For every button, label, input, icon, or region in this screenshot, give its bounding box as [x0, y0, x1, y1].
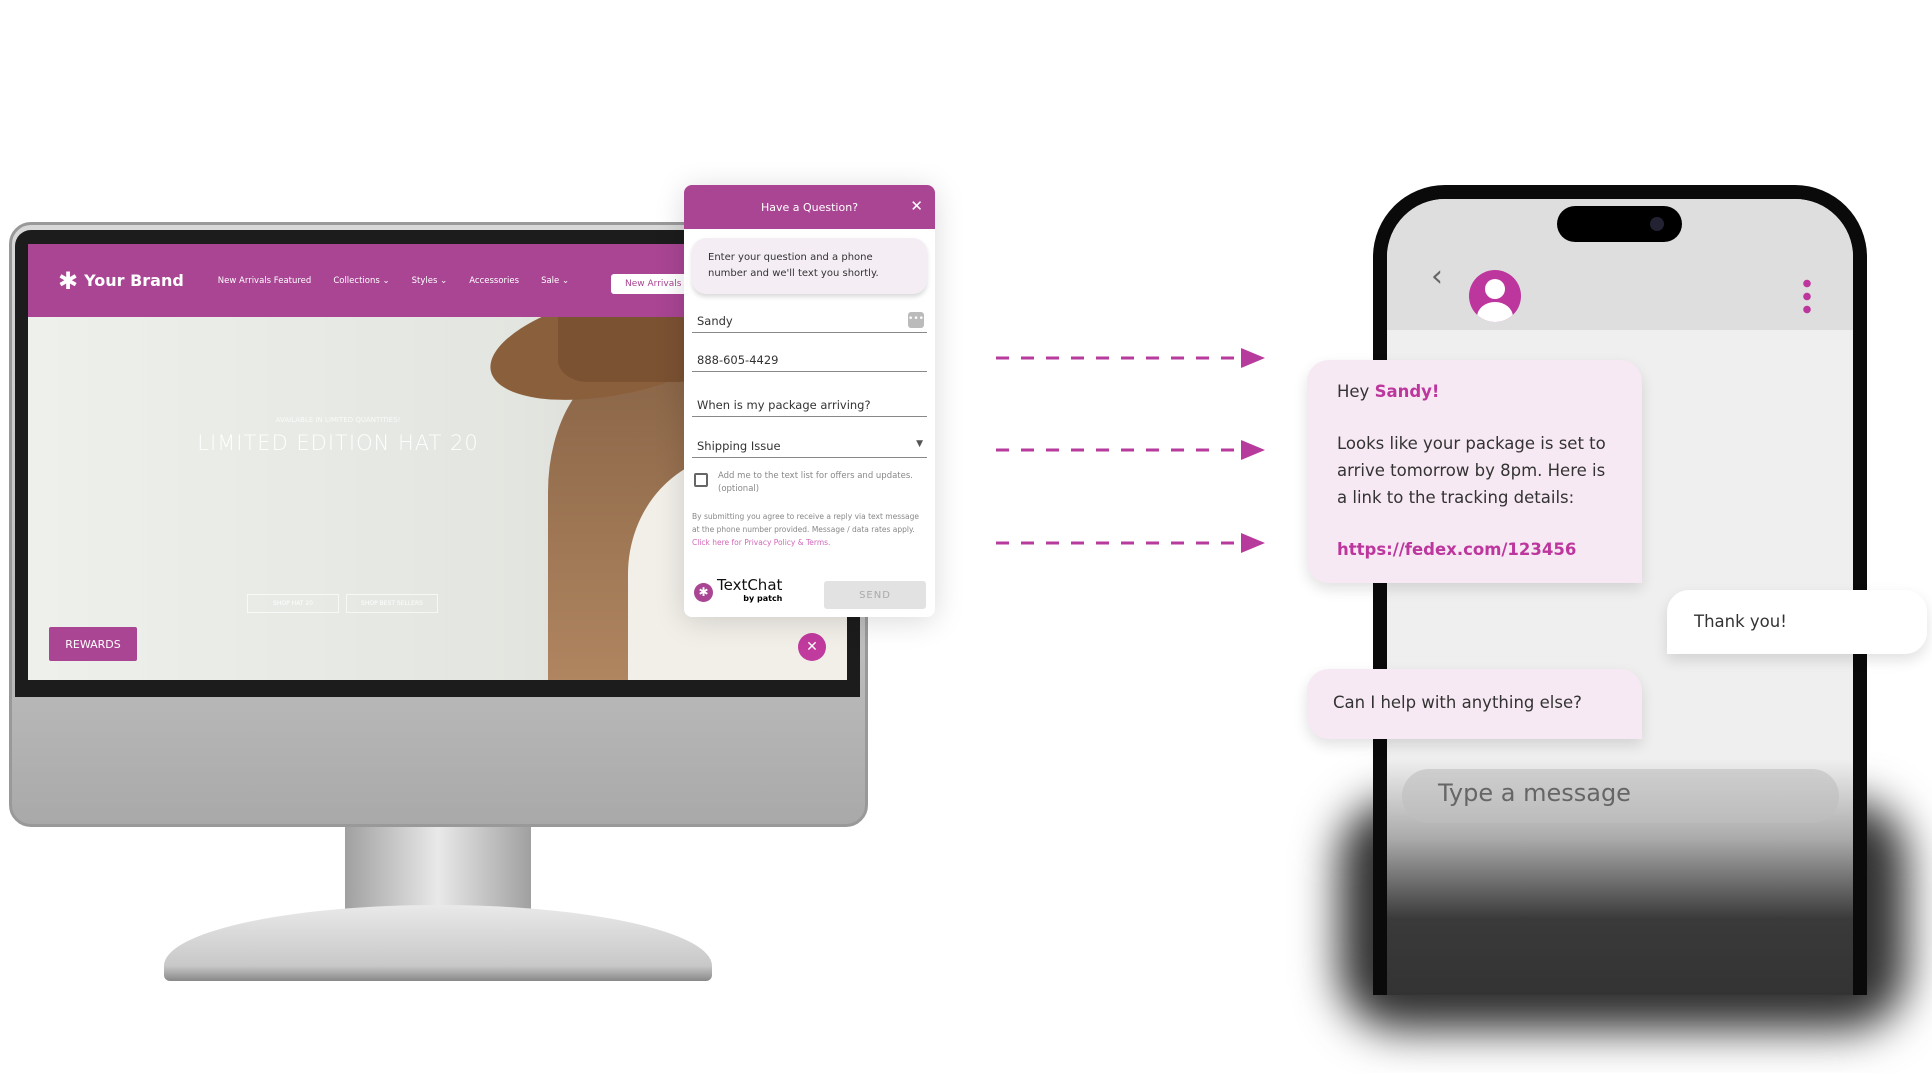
chevron-down-icon: ⌄: [382, 275, 390, 286]
nav-new-arrivals-featured[interactable]: New Arrivals Featured: [218, 276, 312, 286]
rewards-button[interactable]: REWARDS: [49, 627, 137, 661]
monitor-stand-base: [164, 905, 712, 981]
caret-down-icon: ▼: [916, 439, 923, 449]
message-input[interactable]: Type a message: [1402, 769, 1839, 823]
monitor-stand-neck: [345, 827, 531, 917]
arrow-right-icon: [996, 533, 1265, 553]
arrow-right-icon: [996, 348, 1265, 368]
optin-row: Add me to the text list for offers and u…: [694, 470, 925, 496]
outgoing-message: Thank you!: [1667, 590, 1927, 654]
camera-icon: [1650, 217, 1664, 231]
textchat-logo: ✱ TextChat by patch: [694, 578, 782, 605]
nav-collections[interactable]: Collections ⌄: [333, 276, 389, 286]
incoming-message: Can I help with anything else?: [1307, 669, 1642, 739]
chat-header: Have a Question? ✕: [684, 185, 935, 229]
arrow-right-icon: [996, 440, 1265, 460]
close-icon[interactable]: ✕: [910, 197, 923, 215]
chat-title: Have a Question?: [760, 200, 859, 214]
optin-label: Add me to the text list for offers and u…: [718, 471, 913, 494]
contact-avatar-icon[interactable]: [1469, 270, 1521, 322]
hero-title: LIMITED EDITION HAT 20: [197, 431, 479, 455]
chat-widget: Have a Question? ✕ Enter your question a…: [684, 185, 935, 617]
question-field[interactable]: When is my package arriving?: [692, 398, 927, 417]
shop-best-sellers-button[interactable]: SHOP BEST SELLERS: [346, 594, 438, 613]
new-arrivals-button[interactable]: New Arrivals: [611, 274, 696, 294]
incoming-message: Hey Sandy! Looks like your package is se…: [1307, 360, 1642, 583]
chat-intro: Enter your question and a phone number a…: [692, 238, 927, 294]
nav-sale[interactable]: Sale ⌄: [541, 276, 569, 286]
textchat-logo-icon: ✱: [694, 582, 713, 602]
dynamic-island: [1557, 206, 1682, 242]
close-icon: ✕: [806, 639, 818, 655]
back-chevron-icon[interactable]: ‹: [1431, 259, 1443, 294]
shop-hat-button[interactable]: SHOP HAT 20: [247, 594, 339, 613]
chevron-down-icon: ⌄: [440, 275, 448, 286]
more-options-icon[interactable]: [1803, 277, 1811, 315]
disclaimer: By submitting you agree to receive a rep…: [692, 512, 919, 547]
topic-select[interactable]: Shipping Issue ▼: [692, 439, 927, 458]
nav-accessories[interactable]: Accessories: [469, 276, 519, 286]
hero-kicker: AVAILABLE IN LIMITED QUANTITIES!: [275, 416, 401, 424]
send-button[interactable]: SEND: [824, 581, 926, 609]
phone-field[interactable]: 888-605-4429: [692, 353, 927, 372]
name-field[interactable]: Sandy •••: [692, 312, 927, 333]
nav-styles[interactable]: Styles ⌄: [412, 276, 448, 286]
optin-checkbox[interactable]: [694, 473, 708, 487]
brand-logo[interactable]: ✱ Your Brand: [58, 267, 184, 295]
privacy-link[interactable]: Click here for Privacy Policy & Terms.: [692, 538, 830, 547]
autofill-icon[interactable]: •••: [908, 312, 924, 328]
brand-star-icon: ✱: [58, 266, 79, 295]
tracking-link[interactable]: https://fedex.com/123456: [1337, 536, 1612, 563]
close-chat-button[interactable]: ✕: [798, 633, 826, 661]
chevron-down-icon: ⌄: [561, 275, 570, 286]
